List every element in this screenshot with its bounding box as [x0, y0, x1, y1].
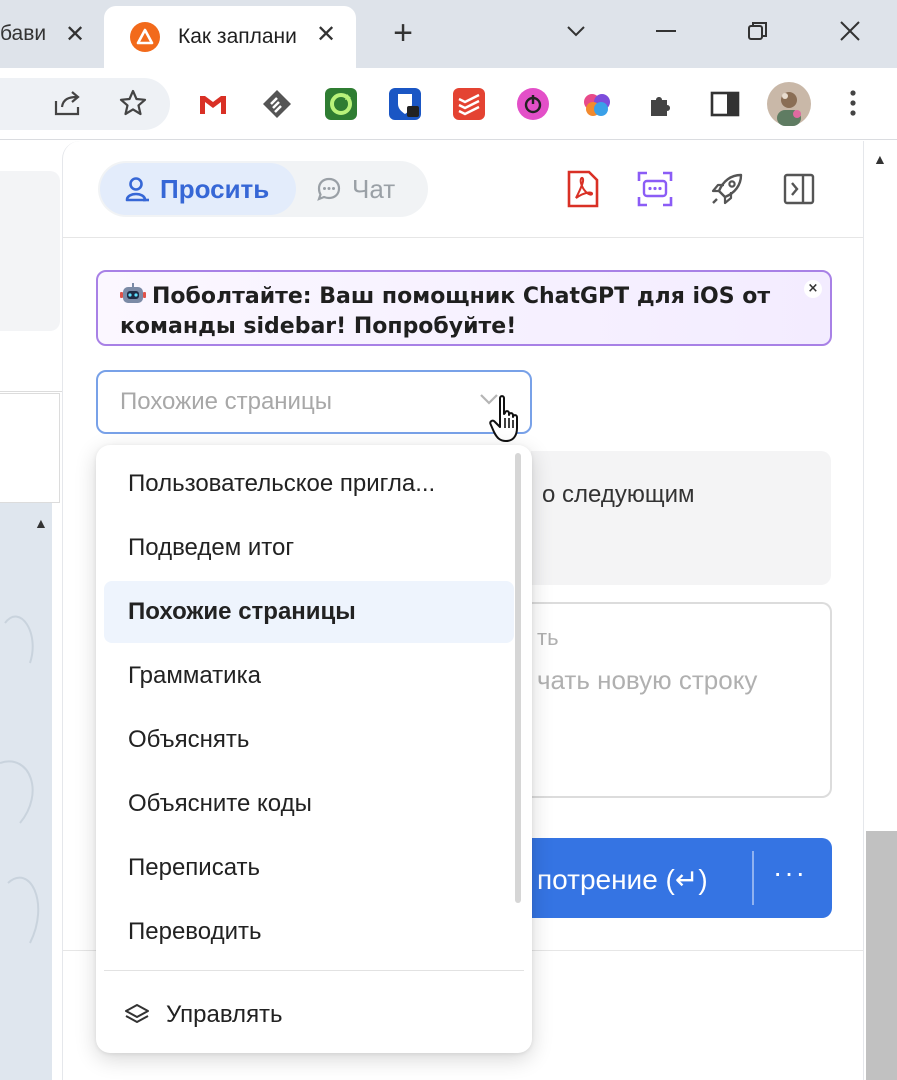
feedly-extension-icon[interactable]: [261, 88, 293, 120]
pdf-icon[interactable]: [563, 169, 603, 209]
tab-chat-label: Чат: [352, 173, 396, 204]
prompt-template-dropdown: Пользовательское пригла... Подведем итог…: [96, 445, 532, 1053]
header-divider: [63, 237, 863, 238]
brain-extension-icon[interactable]: [581, 88, 613, 120]
share-icon[interactable]: [52, 86, 86, 120]
tab-title: бави: [0, 22, 47, 45]
close-tab-icon[interactable]: ✕: [60, 19, 90, 49]
page-scroll-up-icon[interactable]: ▲: [34, 515, 48, 531]
background-result-card: [531, 451, 831, 585]
close-window-icon[interactable]: [830, 14, 870, 48]
page-card: [0, 171, 60, 331]
chat-bubble-icon: [317, 177, 341, 201]
tab-title: Как заплани: [178, 25, 297, 48]
power-extension-icon[interactable]: [517, 88, 549, 120]
todoist-extension-icon[interactable]: [453, 88, 485, 120]
page-divider: [0, 391, 62, 392]
dropdown-item-rewrite[interactable]: Переписать: [104, 837, 514, 899]
dropdown-item-translate[interactable]: Переводить: [104, 901, 514, 963]
mode-switch: Просить Чат: [98, 161, 428, 217]
dropdown-item-explain-code[interactable]: Объясните коды: [104, 773, 514, 835]
extensions-icon[interactable]: [645, 88, 677, 120]
rocket-icon[interactable]: [707, 169, 747, 209]
bitwarden-extension-icon[interactable]: [389, 88, 421, 120]
dropdown-scrollbar[interactable]: [515, 453, 521, 903]
dropdown-item-custom-prompt[interactable]: Пользовательское пригла...: [104, 453, 514, 515]
prompt-placeholder-line2: чать новую строку: [537, 665, 758, 695]
page-box: [0, 393, 60, 503]
tab-favicon-icon: [130, 22, 160, 52]
promo-banner[interactable]: Поболтайте: Ваш помощник ChatGPT для iOS…: [96, 270, 832, 346]
screenshot-ocr-icon[interactable]: [635, 169, 675, 209]
layers-icon: [125, 1004, 149, 1023]
new-tab-button[interactable]: +: [386, 16, 420, 50]
promo-banner-text: Поболтайте: Ваш помощник ChatGPT для iOS…: [120, 284, 771, 339]
web-page-content: ▲: [0, 141, 62, 1080]
bookmark-star-icon[interactable]: [116, 86, 150, 120]
page-scrollbar[interactable]: ▲: [864, 141, 897, 1080]
close-banner-icon[interactable]: ×: [804, 280, 822, 298]
manage-prompts-label: Управлять: [166, 1001, 283, 1028]
dropdown-divider: [104, 970, 524, 971]
restore-icon[interactable]: [738, 14, 778, 48]
kebab-menu-icon[interactable]: [836, 86, 870, 120]
scrollbar-thumb[interactable]: [866, 831, 897, 1080]
refresh-extension-icon[interactable]: [325, 88, 357, 120]
profile-avatar[interactable]: [767, 82, 811, 126]
side-panel-icon[interactable]: [709, 88, 741, 120]
gmail-extension-icon[interactable]: [197, 88, 229, 120]
prompt-placeholder-line1: ть: [537, 625, 559, 650]
page-illustration: [0, 503, 52, 1080]
sidebar-panel: Просить Чат Поболтайте: Ваш помощник Cha…: [62, 141, 864, 1080]
manage-prompts-button[interactable]: Управлять: [124, 990, 283, 1040]
tab-ask-label: Просить: [160, 173, 270, 204]
background-result-text: о следующим: [542, 481, 695, 508]
user-ask-icon: [125, 177, 149, 202]
close-tab-icon[interactable]: ✕: [311, 19, 341, 49]
browser-toolbar: [0, 68, 897, 140]
scroll-up-icon[interactable]: ▲: [873, 151, 887, 167]
prompt-template-select[interactable]: Похожие страницы: [96, 370, 532, 434]
minimize-icon[interactable]: [646, 14, 686, 48]
collapse-sidebar-icon[interactable]: [779, 169, 819, 209]
dropdown-item-explain[interactable]: Объяснять: [104, 709, 514, 771]
tab-search-icon[interactable]: [556, 14, 596, 48]
hand-cursor-icon: [489, 395, 518, 442]
tab-chat[interactable]: Чат: [316, 163, 426, 215]
robot-icon: [120, 283, 146, 303]
dropdown-item-summarize[interactable]: Подведем итог: [104, 517, 514, 579]
more-options-button[interactable]: ···: [773, 857, 807, 889]
select-value: Похожие страницы: [120, 388, 332, 415]
submit-button-label: потрение (↵): [537, 864, 708, 895]
prompt-textarea[interactable]: [531, 602, 832, 798]
submit-button-separator: [752, 851, 754, 905]
dropdown-item-similar-pages[interactable]: Похожие страницы: [104, 581, 514, 643]
dropdown-item-grammar[interactable]: Грамматика: [104, 645, 514, 707]
tab-ask[interactable]: Просить: [100, 163, 296, 215]
tab-strip: бави ✕ Как заплани ✕ +: [0, 0, 897, 68]
